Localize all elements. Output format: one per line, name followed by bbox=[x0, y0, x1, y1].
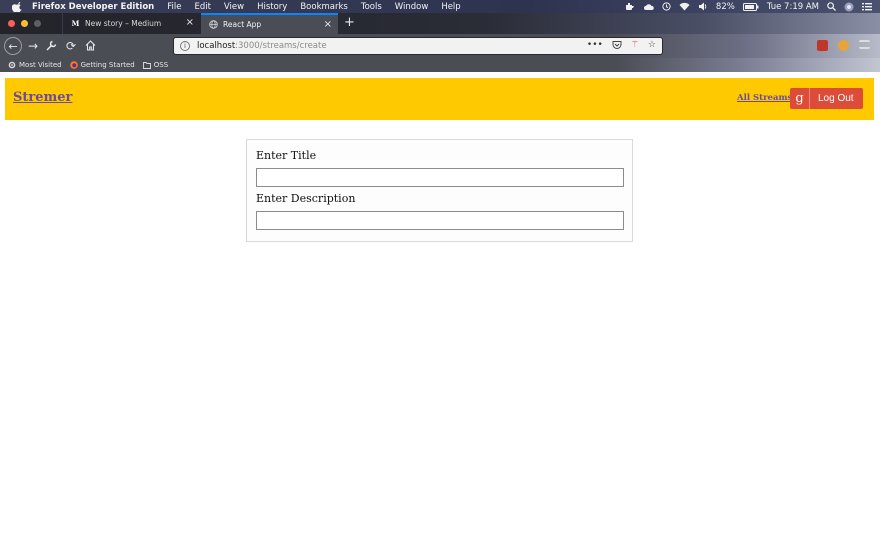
tracking-icon[interactable]: ⚚ bbox=[631, 40, 639, 53]
bookmark-label: Most Visited bbox=[19, 61, 62, 69]
menu-help[interactable]: Help bbox=[441, 2, 460, 12]
firefox-icon bbox=[69, 61, 78, 69]
menu-view[interactable]: View bbox=[224, 2, 244, 12]
timemachine-icon[interactable] bbox=[662, 2, 671, 11]
logout-label: Log Out bbox=[818, 93, 854, 104]
macos-menu-bar: Firefox Developer Edition File Edit View… bbox=[0, 0, 880, 13]
site-info-icon[interactable]: i bbox=[180, 41, 190, 51]
arrow-left-icon: ← bbox=[8, 39, 18, 53]
folder-icon bbox=[142, 62, 151, 69]
toolbar-extensions bbox=[817, 40, 870, 51]
logout-button[interactable]: g Log Out bbox=[790, 88, 863, 109]
page-actions-icon[interactable]: ••• bbox=[587, 40, 603, 53]
extension-orange-icon[interactable] bbox=[838, 40, 849, 51]
tab-medium[interactable]: M New story – Medium × bbox=[62, 13, 200, 34]
forward-button[interactable]: → bbox=[28, 38, 38, 54]
apple-icon[interactable] bbox=[12, 1, 22, 12]
url-actions: ••• ⚚ ☆ bbox=[587, 40, 656, 53]
back-button[interactable]: ← bbox=[4, 37, 22, 55]
tab-react-app[interactable]: React App × bbox=[201, 13, 338, 34]
tab-title: New story – Medium bbox=[85, 19, 162, 28]
notification-center-icon[interactable] bbox=[862, 2, 872, 11]
medium-favicon-icon: M bbox=[71, 19, 80, 28]
menu-edit[interactable]: Edit bbox=[194, 2, 210, 12]
volume-icon[interactable] bbox=[698, 2, 708, 11]
menu-extras: 82% Tue 7:19 AM bbox=[624, 0, 872, 13]
web-page: Stremer All Streams g Log Out Enter Titl… bbox=[0, 72, 880, 550]
menu-file[interactable]: File bbox=[167, 2, 181, 12]
wrench-icon[interactable] bbox=[46, 39, 57, 55]
new-tab-icon[interactable]: + bbox=[344, 16, 355, 30]
google-icon: g bbox=[790, 88, 810, 109]
menu-clock[interactable]: Tue 7:19 AM bbox=[767, 2, 819, 12]
tab-title: React App bbox=[223, 20, 262, 29]
window-controls bbox=[8, 20, 41, 27]
close-tab-icon[interactable]: × bbox=[186, 18, 194, 28]
url-path: :3000/streams/create bbox=[235, 41, 327, 51]
pocket-icon[interactable] bbox=[612, 40, 622, 53]
extension-red-icon[interactable] bbox=[817, 40, 828, 51]
url-bar[interactable]: i localhost :3000/streams/create ••• ⚚ ☆ bbox=[173, 37, 663, 55]
description-label: Enter Description bbox=[256, 192, 356, 205]
close-tab-icon[interactable]: × bbox=[324, 20, 332, 30]
home-icon[interactable] bbox=[85, 39, 96, 55]
siri-icon[interactable] bbox=[844, 2, 854, 12]
menu-history[interactable]: History bbox=[257, 2, 287, 12]
menu-window[interactable]: Window bbox=[395, 2, 429, 12]
bookmarks-bar: Most Visited Getting Started OSS bbox=[0, 58, 880, 72]
teapot-icon[interactable] bbox=[624, 2, 635, 11]
menu-app-name[interactable]: Firefox Developer Edition bbox=[32, 2, 154, 12]
bookmark-label: OSS bbox=[153, 61, 169, 69]
menu-tools[interactable]: Tools bbox=[361, 2, 382, 12]
overflow-menu-icon[interactable] bbox=[859, 40, 870, 49]
stream-create-form: Enter Title Enter Description bbox=[246, 139, 633, 242]
spotlight-icon[interactable] bbox=[827, 2, 836, 11]
title-label: Enter Title bbox=[256, 149, 317, 162]
brand-link[interactable]: Stremer bbox=[13, 90, 72, 105]
gear-icon bbox=[8, 61, 16, 69]
battery-icon[interactable] bbox=[742, 2, 759, 11]
url-host: localhost bbox=[197, 41, 236, 51]
browser-nav-toolbar: ← → ⟳ i localhost :3000/streams/create •… bbox=[0, 34, 880, 58]
globe-favicon-icon bbox=[209, 20, 218, 29]
title-input[interactable] bbox=[256, 168, 624, 187]
zoom-window-button[interactable] bbox=[34, 20, 41, 27]
minimize-window-button[interactable] bbox=[21, 20, 28, 27]
bookmark-getting-started[interactable]: Getting Started bbox=[69, 61, 135, 69]
wifi-icon[interactable] bbox=[679, 2, 690, 11]
close-window-button[interactable] bbox=[8, 20, 15, 27]
app-header: Stremer All Streams g Log Out bbox=[5, 78, 874, 120]
bookmark-label: Getting Started bbox=[80, 61, 135, 69]
bookmark-most-visited[interactable]: Most Visited bbox=[8, 61, 62, 69]
battery-percent: 82% bbox=[715, 1, 735, 12]
reload-icon[interactable]: ⟳ bbox=[66, 38, 76, 54]
all-streams-link[interactable]: All Streams bbox=[737, 93, 792, 103]
bookmark-star-icon[interactable]: ☆ bbox=[648, 40, 656, 53]
cloud-icon[interactable] bbox=[643, 3, 654, 11]
menu-bookmarks[interactable]: Bookmarks bbox=[300, 2, 348, 12]
bookmark-oss[interactable]: OSS bbox=[142, 61, 169, 69]
description-input[interactable] bbox=[256, 211, 624, 230]
browser-tab-strip: M New story – Medium × React App × + bbox=[0, 13, 880, 34]
